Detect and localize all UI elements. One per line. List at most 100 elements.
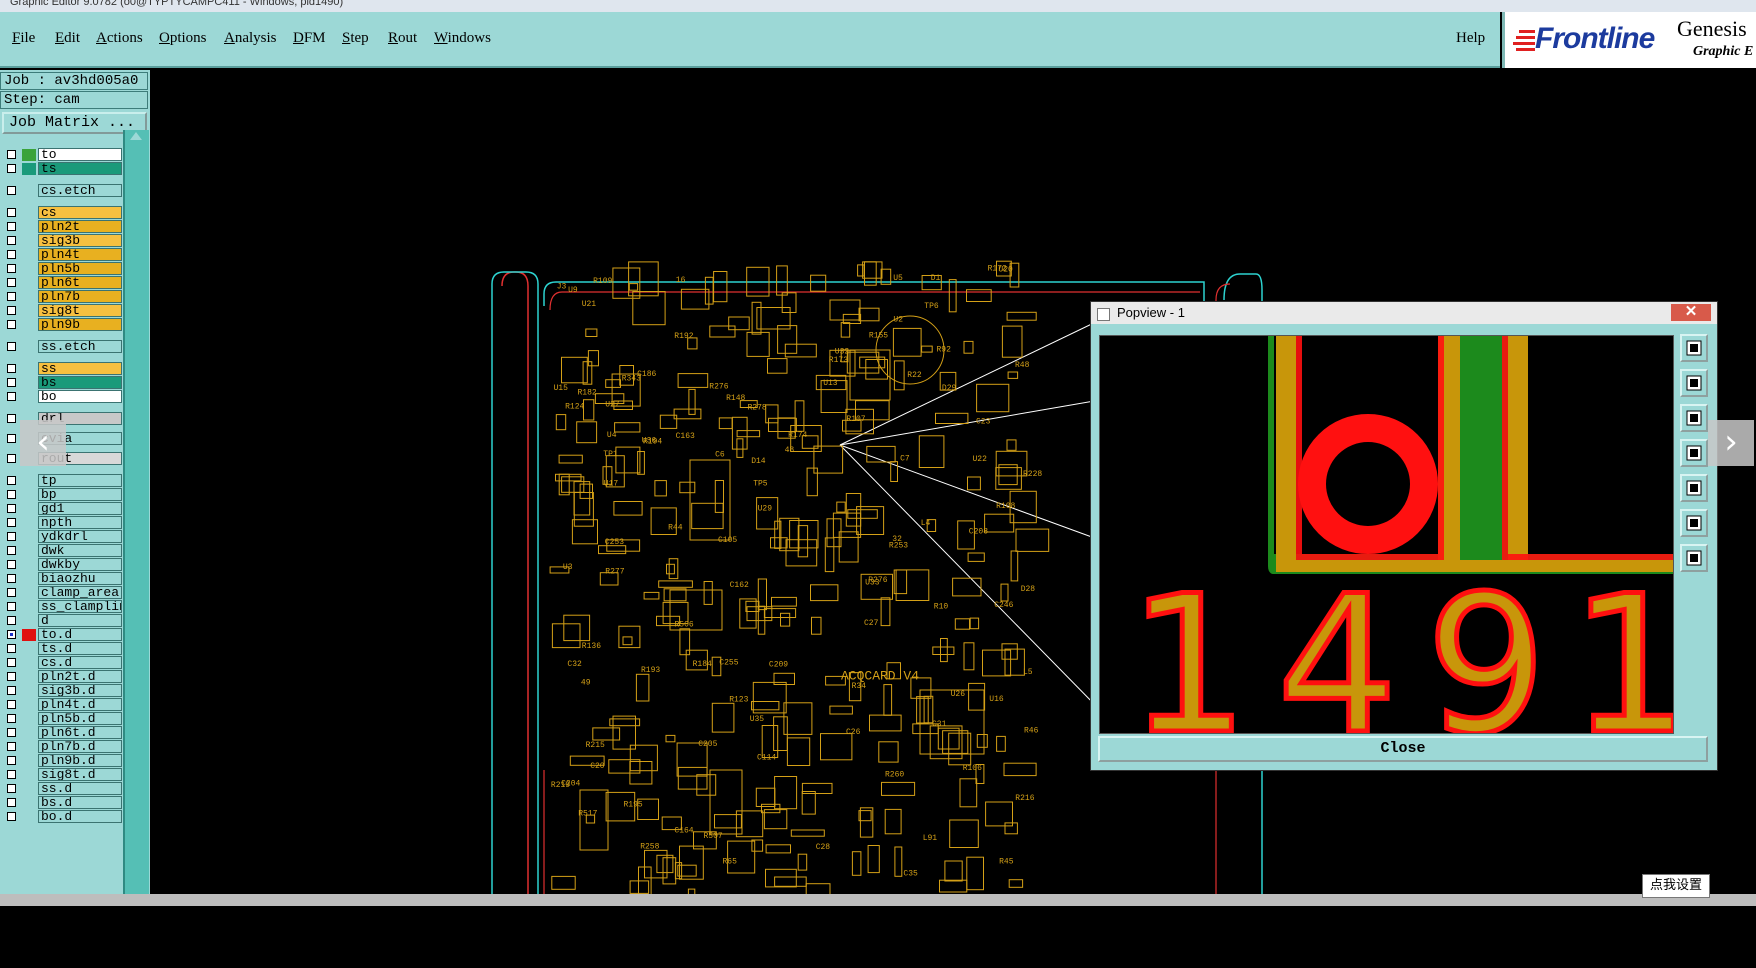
popview-titlebar[interactable]: Popview - 1 ✕ (1091, 302, 1717, 324)
layer-name[interactable]: ydkdrl (38, 530, 122, 543)
bottom-scrollbar[interactable] (0, 894, 1756, 906)
layer-row[interactable]: dwkby (2, 558, 122, 572)
layer-checkbox[interactable] (7, 812, 16, 821)
layer-checkbox[interactable] (7, 700, 16, 709)
layer-name[interactable]: ss.etch (38, 340, 122, 353)
layer-row[interactable]: npth (2, 516, 122, 530)
menu-options[interactable]: Options (159, 30, 207, 47)
layer-checkbox[interactable] (7, 364, 16, 373)
layer-row[interactable]: cs (2, 206, 122, 220)
layer-row[interactable]: ydkdrl (2, 530, 122, 544)
layer-checkbox[interactable] (7, 560, 16, 569)
menu-help[interactable]: Help (1456, 30, 1485, 47)
layer-name[interactable]: tp (38, 474, 122, 487)
layer-row[interactable]: pln5b (2, 262, 122, 276)
layer-name[interactable]: dwk (38, 544, 122, 557)
menu-dfm[interactable]: DFM (293, 30, 326, 47)
layer-checkbox[interactable] (7, 658, 16, 667)
scroll-up-icon[interactable] (130, 132, 142, 140)
layer-name[interactable]: ss_clampline (38, 600, 122, 613)
menu-edit[interactable]: Edit (55, 30, 80, 47)
layer-checkbox[interactable] (7, 164, 16, 173)
layer-row[interactable]: bo (2, 390, 122, 404)
menu-step[interactable]: Step (342, 30, 369, 47)
close-icon[interactable]: ✕ (1671, 304, 1711, 321)
move-left-icon[interactable] (1680, 439, 1708, 467)
layer-name[interactable]: bs (38, 376, 122, 389)
layer-checkbox[interactable] (7, 186, 16, 195)
layer-row[interactable]: tp (2, 474, 122, 488)
layer-row[interactable]: ss_clampline (2, 600, 122, 614)
layer-row[interactable]: clamp_area (2, 586, 122, 600)
layer-name[interactable]: gd1 (38, 502, 122, 515)
layer-checkbox[interactable] (7, 414, 16, 423)
layer-checkbox[interactable] (7, 630, 16, 639)
move-down-icon[interactable] (1680, 404, 1708, 432)
move-right-icon[interactable] (1680, 474, 1708, 502)
layer-checkbox[interactable] (7, 264, 16, 273)
layer-name[interactable]: cs (38, 206, 122, 219)
layer-name[interactable]: pln7b (38, 290, 122, 303)
layer-name[interactable]: to (38, 148, 122, 161)
layer-checkbox[interactable] (7, 454, 16, 463)
move-up-icon[interactable] (1680, 369, 1708, 397)
layer-scrollbar[interactable] (123, 130, 149, 906)
layer-checkbox[interactable] (7, 250, 16, 259)
layer-name[interactable]: pln5b.d (38, 712, 122, 725)
layer-name[interactable]: sig8t.d (38, 768, 122, 781)
layer-name[interactable]: ss (38, 362, 122, 375)
layer-name[interactable]: bs.d (38, 796, 122, 809)
layer-checkbox[interactable] (7, 644, 16, 653)
layer-name[interactable]: pln2t (38, 220, 122, 233)
layer-checkbox[interactable] (7, 574, 16, 583)
layer-checkbox[interactable] (7, 616, 16, 625)
layer-name[interactable]: cs.etch (38, 184, 122, 197)
layer-checkbox[interactable] (7, 742, 16, 751)
layer-row[interactable]: bs (2, 376, 122, 390)
layer-name[interactable]: sig3b (38, 234, 122, 247)
layer-name[interactable]: ts (38, 162, 122, 175)
layer-name[interactable]: pln4t.d (38, 698, 122, 711)
layer-row[interactable]: cs.d (2, 656, 122, 670)
layer-row[interactable]: to.d (2, 628, 122, 642)
layer-checkbox[interactable] (7, 342, 16, 351)
layer-checkbox[interactable] (7, 518, 16, 527)
layer-name[interactable]: pln4t (38, 248, 122, 261)
layer-row[interactable]: pln7b (2, 290, 122, 304)
popview-close-button[interactable]: Close (1098, 736, 1708, 762)
menu-file[interactable]: File (12, 30, 35, 47)
layer-row[interactable]: ss.d (2, 782, 122, 796)
layer-name[interactable]: pln9b.d (38, 754, 122, 767)
layer-row[interactable]: ts (2, 162, 122, 176)
layer-name[interactable]: pln6t (38, 276, 122, 289)
layer-row[interactable]: bs.d (2, 796, 122, 810)
menu-analysis[interactable]: Analysis (224, 30, 277, 47)
menu-windows[interactable]: Windows (434, 30, 491, 47)
layer-name[interactable]: clamp_area (38, 586, 122, 599)
layer-name[interactable]: pln2t.d (38, 670, 122, 683)
layer-checkbox[interactable] (7, 504, 16, 513)
layer-row[interactable]: sig3b (2, 234, 122, 248)
layer-name[interactable]: pln5b (38, 262, 122, 275)
layer-name[interactable]: d (38, 614, 122, 627)
layer-checkbox[interactable] (7, 378, 16, 387)
layer-row[interactable]: biaozhu (2, 572, 122, 586)
zoom-out-icon[interactable] (1680, 509, 1708, 537)
menu-rout[interactable]: Rout (388, 30, 417, 47)
layer-name[interactable]: bo.d (38, 810, 122, 823)
layer-checkbox[interactable] (7, 546, 16, 555)
layer-checkbox[interactable] (7, 798, 16, 807)
layer-checkbox[interactable] (7, 292, 16, 301)
layer-checkbox[interactable] (7, 150, 16, 159)
layer-checkbox[interactable] (7, 532, 16, 541)
layer-name[interactable]: dwkby (38, 558, 122, 571)
layer-checkbox[interactable] (7, 672, 16, 681)
layer-checkbox[interactable] (7, 490, 16, 499)
layer-name[interactable]: bo (38, 390, 122, 403)
layer-name[interactable]: ss.d (38, 782, 122, 795)
layer-checkbox[interactable] (7, 222, 16, 231)
layer-row[interactable]: dwk (2, 544, 122, 558)
layer-checkbox[interactable] (7, 714, 16, 723)
layer-name[interactable]: pln7b.d (38, 740, 122, 753)
layer-name[interactable]: biaozhu (38, 572, 122, 585)
